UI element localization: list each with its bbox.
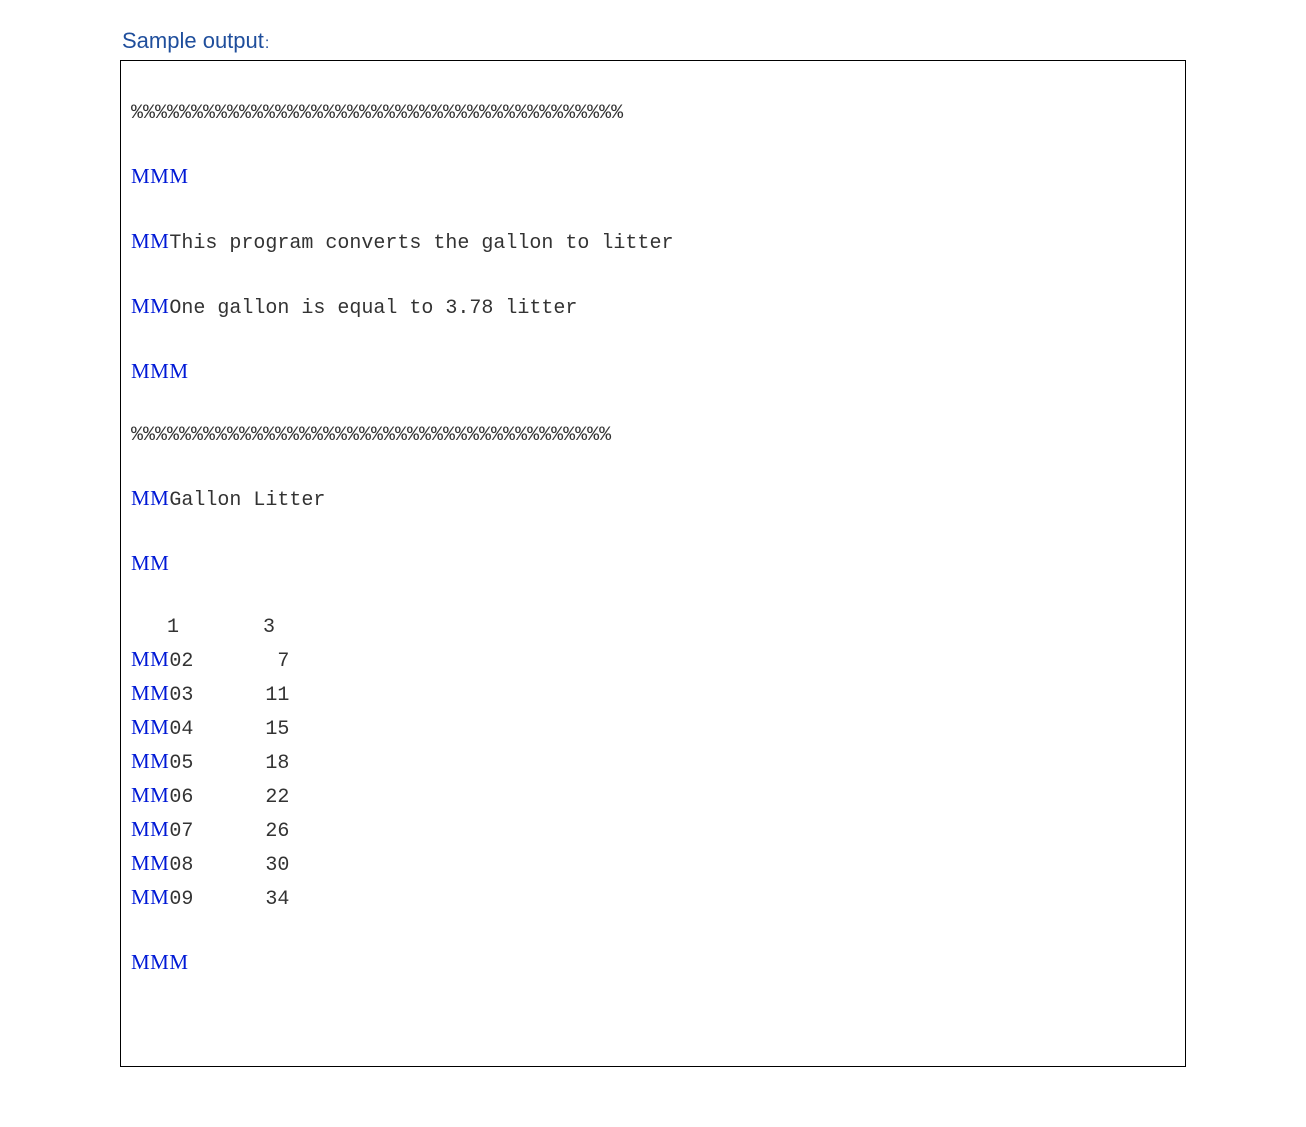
table-row: MM09 34: [131, 881, 1175, 915]
mm-token: MM: [131, 783, 169, 807]
section-title-text: Sample output: [122, 28, 264, 53]
mm-token: MM: [131, 486, 169, 510]
mm-token: MM: [131, 885, 169, 909]
gallon-value: 05: [169, 752, 193, 775]
mm-token: MMM: [131, 359, 189, 383]
column-gap: [193, 786, 253, 809]
mm-token: MM: [131, 749, 169, 773]
row-prefix-blank: [131, 616, 155, 639]
border-bottom: %%%%%%%%%%%%%%%%%%%%%%%%%%%%%%%%%%%%%%%%: [131, 420, 1175, 451]
mm-token: MM: [131, 294, 169, 318]
gallon-value: 1: [155, 616, 179, 639]
table-row: MM02 7: [131, 643, 1175, 677]
gallon-value: 07: [169, 820, 193, 843]
mm-token: MM: [131, 851, 169, 875]
gallon-value: 08: [169, 854, 193, 877]
column-gap: [179, 616, 239, 639]
gallon-value: 09: [169, 888, 193, 911]
gallon-value: 03: [169, 684, 193, 707]
column-gap: [193, 820, 253, 843]
table-row: MM07 26: [131, 813, 1175, 847]
section-title-colon: :: [265, 35, 269, 52]
column-gap: [193, 888, 253, 911]
output-box: %%%%%%%%%%%%%%%%%%%%%%%%%%%%%%%%%%%%%%%%…: [120, 60, 1186, 1067]
table-row: MM06 22: [131, 779, 1175, 813]
page: Sample output: %%%%%%%%%%%%%%%%%%%%%%%%%…: [0, 0, 1306, 1127]
litter-value: 18: [253, 752, 289, 775]
litter-value: 7: [253, 650, 289, 673]
mm-token: MM: [131, 229, 169, 253]
column-gap: [193, 752, 253, 775]
mm-token: MM: [131, 715, 169, 739]
mm-token: MMM: [131, 164, 189, 188]
column-gap: [193, 854, 253, 877]
section-title: Sample output:: [122, 28, 1186, 54]
border-top: %%%%%%%%%%%%%%%%%%%%%%%%%%%%%%%%%%%%%%%%…: [131, 98, 1175, 129]
table-header: Gallon Litter: [169, 489, 325, 512]
table-row: MM04 15: [131, 711, 1175, 745]
mm-token: MMM: [131, 950, 189, 974]
gallon-value: 04: [169, 718, 193, 741]
litter-value: 11: [253, 684, 289, 707]
table-row: MM05 18: [131, 745, 1175, 779]
table-row: MM03 11: [131, 677, 1175, 711]
column-gap: [193, 718, 253, 741]
litter-value: 26: [253, 820, 289, 843]
gallon-value: 02: [169, 650, 193, 673]
litter-value: 34: [253, 888, 289, 911]
desc-line-2: One gallon is equal to 3.78 litter: [169, 297, 577, 320]
column-gap: [193, 650, 253, 673]
gallon-value: 06: [169, 786, 193, 809]
table-row: MM08 30: [131, 847, 1175, 881]
litter-value: 30: [253, 854, 289, 877]
mm-token: MM: [131, 551, 169, 575]
desc-line-1: This program converts the gallon to litt…: [169, 232, 673, 255]
litter-value: 3: [239, 616, 275, 639]
litter-value: 15: [253, 718, 289, 741]
mm-token: MM: [131, 647, 169, 671]
mm-token: MM: [131, 817, 169, 841]
mm-token: MM: [131, 681, 169, 705]
column-gap: [193, 684, 253, 707]
table-row: 1 3: [131, 612, 1175, 643]
litter-value: 22: [253, 786, 289, 809]
